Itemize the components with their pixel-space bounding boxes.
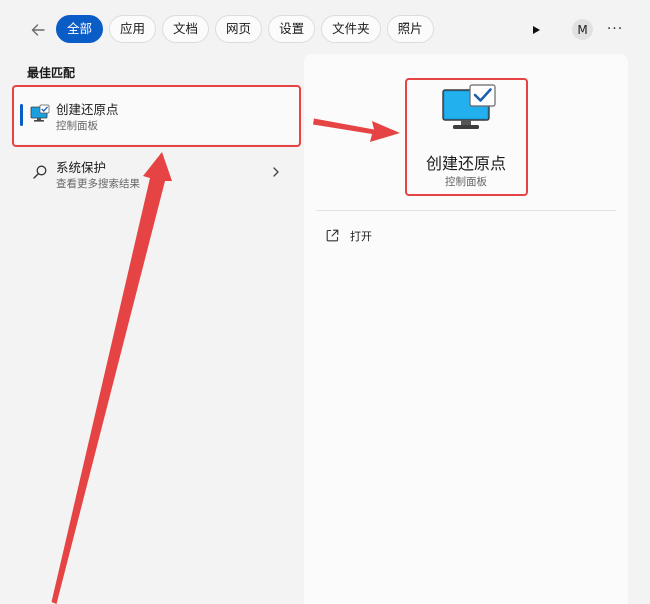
search-header: 全部 应用 文档 网页 设置 文件夹 照片 M ···	[0, 0, 650, 58]
filter-tabs: 全部 应用 文档 网页 设置 文件夹 照片	[56, 15, 434, 43]
play-icon	[533, 26, 540, 34]
result-item-system-protection[interactable]: 系统保护 查看更多搜索结果	[14, 150, 300, 196]
annotation-arrow-up	[51, 152, 172, 604]
tab-settings[interactable]: 设置	[268, 15, 316, 43]
more-options-button[interactable]: ···	[604, 19, 626, 39]
result-title: 创建还原点	[56, 102, 119, 117]
monitor-check-icon	[442, 84, 496, 129]
open-label: 打开	[350, 230, 372, 243]
more-tabs-button[interactable]	[526, 20, 546, 40]
tab-photos[interactable]: 照片	[386, 15, 434, 43]
best-match-heading: 最佳匹配	[27, 66, 76, 80]
account-avatar[interactable]: M	[572, 19, 593, 40]
tab-apps[interactable]: 应用	[109, 15, 157, 43]
open-external-icon	[326, 229, 339, 242]
arrow-left-icon	[31, 24, 45, 36]
detail-title: 创建还原点	[425, 154, 506, 173]
back-button[interactable]	[24, 16, 52, 44]
result-item-create-restore-point[interactable]: 创建还原点 控制面板	[14, 86, 300, 144]
tab-documents[interactable]: 文档	[162, 15, 210, 43]
search-icon	[33, 165, 47, 179]
monitor-check-icon	[30, 104, 50, 122]
detail-panel: 创建还原点 控制面板 打开	[304, 54, 628, 604]
selection-indicator	[20, 104, 23, 126]
chevron-right-icon[interactable]	[270, 166, 282, 178]
tab-web[interactable]: 网页	[215, 15, 263, 43]
tab-folders[interactable]: 文件夹	[321, 15, 381, 43]
result-subtitle: 控制面板	[56, 120, 98, 132]
result-subtitle: 查看更多搜索结果	[56, 178, 140, 190]
detail-subtitle: 控制面板	[445, 176, 487, 188]
open-action[interactable]: 打开	[320, 222, 450, 250]
result-title: 系统保护	[56, 160, 107, 175]
divider	[316, 210, 616, 211]
tab-all[interactable]: 全部	[56, 15, 104, 43]
